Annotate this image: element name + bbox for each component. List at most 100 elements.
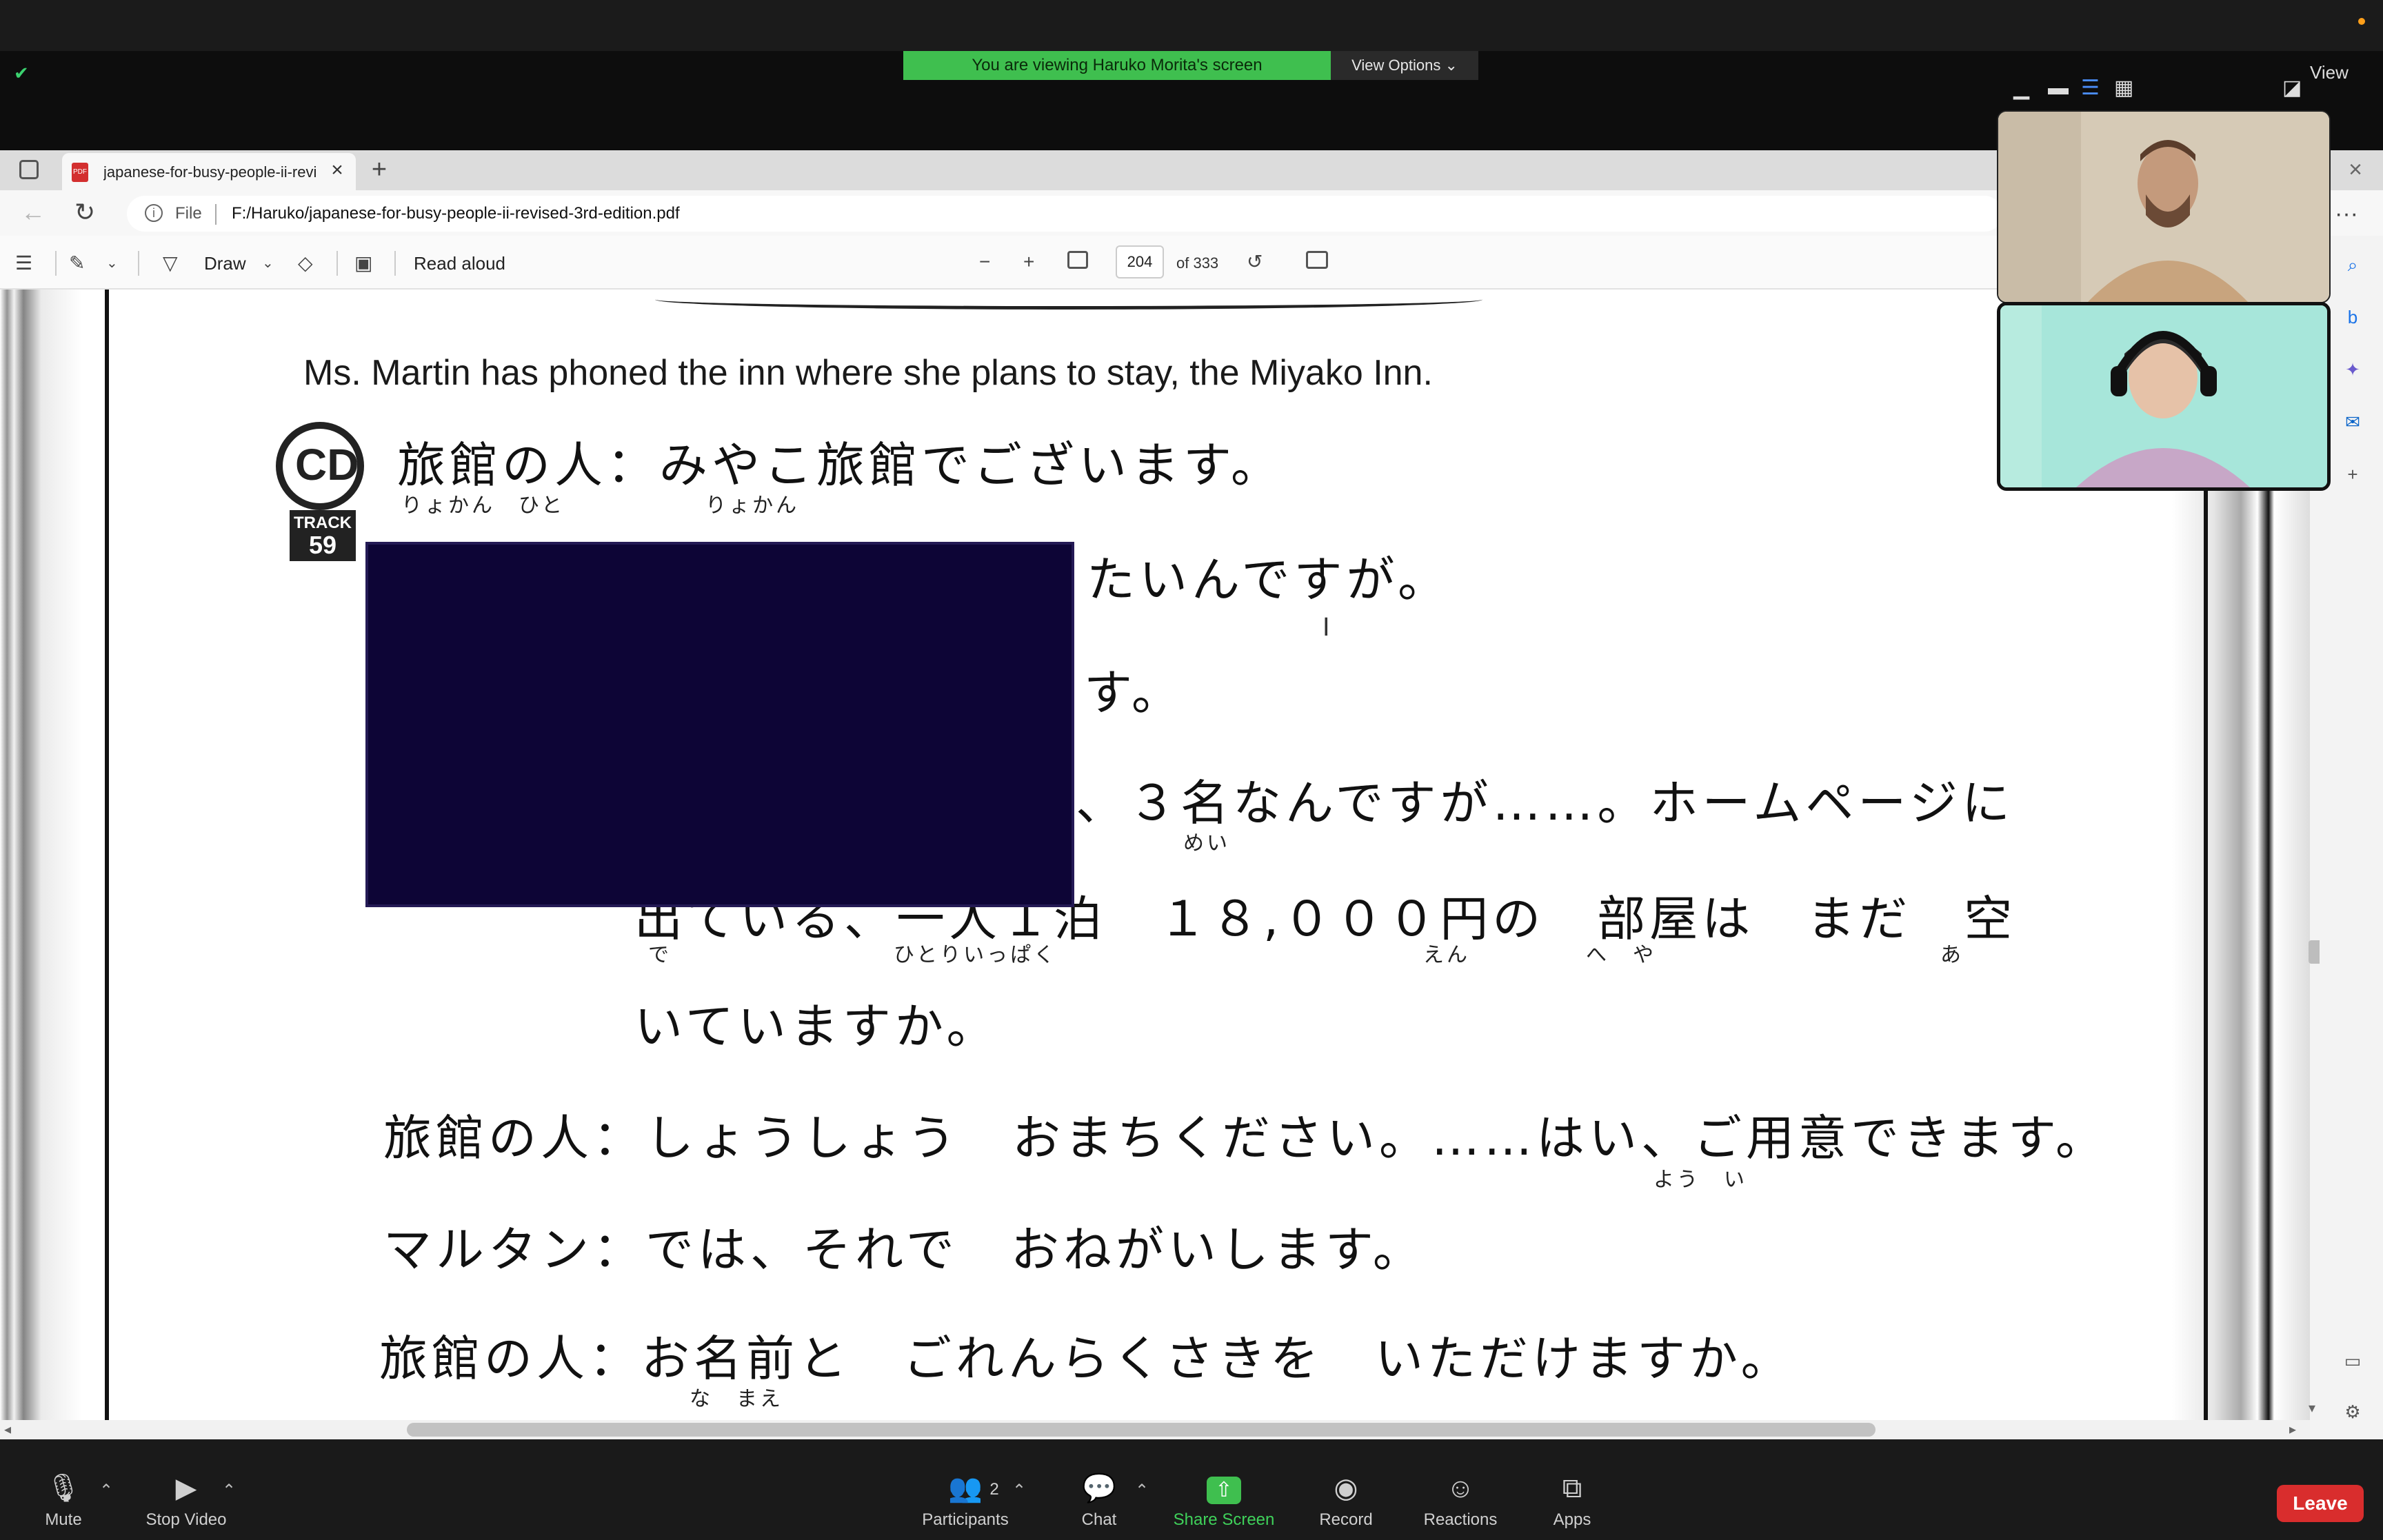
highlight-icon[interactable]: ✎	[69, 250, 85, 277]
url-text[interactable]: F:/Haruko/japanese-for-busy-people-ii-re…	[232, 201, 680, 226]
dialogue-line: 旅館の人：お名前と ごれんらくさきを いただけますか。	[379, 1330, 1793, 1387]
page-total: of 333	[1176, 254, 1219, 272]
new-tab-button[interactable]: +	[365, 156, 393, 183]
record-button[interactable]: Record	[1305, 1510, 1387, 1530]
share-screen-button[interactable]: Share Screen	[1158, 1510, 1289, 1530]
dialogue-line: 旅館の人：みやこ旅館でございます。	[397, 437, 1283, 494]
more-menu-icon[interactable]: ···	[2335, 200, 2358, 227]
page-border-left	[105, 290, 109, 1420]
redaction-box	[365, 542, 1074, 907]
search-icon[interactable]: ⌕	[2340, 252, 2365, 277]
reactions-icon[interactable]: ☺	[1441, 1471, 1480, 1506]
furigana: りょかん ひと りょかん	[401, 494, 800, 518]
stop-video-button[interactable]: Stop Video	[124, 1510, 248, 1530]
text-box-icon[interactable]: ▣	[354, 250, 372, 277]
draw-icon[interactable]: ▽	[163, 250, 178, 277]
chevron-up-icon[interactable]: ⌃	[99, 1481, 113, 1501]
view-button[interactable]: View	[2310, 62, 2349, 83]
gallery-grid-icon[interactable]: ▦	[2114, 74, 2133, 102]
toolbar-divider	[336, 251, 338, 276]
cd-label: CD	[295, 440, 359, 489]
furigana: よう い	[1653, 1168, 1747, 1192]
bing-icon[interactable]: b	[2340, 305, 2365, 330]
speaker-view-icon[interactable]: ▬	[2048, 74, 2069, 102]
participants-count: 2	[989, 1480, 999, 1499]
furigana: めい	[1183, 831, 1230, 855]
text-cursor-icon: I	[1323, 613, 1330, 642]
apps-icon[interactable]: ⧉	[1553, 1471, 1591, 1506]
microphone-icon[interactable]: 🎙	[44, 1471, 83, 1506]
illustration-fragment	[655, 290, 1482, 310]
scroll-right-icon[interactable]: ▸	[2289, 1420, 2296, 1439]
viewing-banner: You are viewing Haruko Morita's screen	[903, 51, 1331, 80]
mute-button[interactable]: Mute	[28, 1510, 99, 1530]
close-window-icon[interactable]: ×	[2342, 156, 2369, 183]
scroll-left-icon[interactable]: ◂	[4, 1420, 11, 1439]
fit-page-icon[interactable]	[1067, 251, 1088, 269]
chevron-up-icon[interactable]: ⌃	[1012, 1481, 1026, 1501]
furigana: ひとりいっぱく	[894, 943, 1058, 967]
chevron-down-icon[interactable]: ⌄	[106, 250, 118, 277]
toolbar-divider	[55, 251, 57, 276]
dialogue-line: たいんですが。	[1087, 551, 1451, 608]
zoom-out-icon[interactable]: −	[979, 248, 990, 276]
close-tab-icon[interactable]: ×	[325, 159, 349, 182]
toolbar-divider	[138, 251, 139, 276]
eraser-icon[interactable]: ◇	[298, 250, 313, 277]
reload-icon[interactable]: ↻	[74, 199, 102, 226]
view-options-button[interactable]: View Options ⌄	[1331, 51, 1478, 80]
participants-icon[interactable]: 👥	[946, 1471, 985, 1506]
zoom-in-icon[interactable]: +	[1023, 248, 1034, 276]
settings-gear-icon[interactable]: ⚙	[2340, 1399, 2365, 1424]
participant-1-video-image	[1998, 112, 2329, 302]
back-arrow-icon[interactable]: ←	[21, 199, 48, 226]
chat-button[interactable]: Chat	[1058, 1510, 1140, 1530]
shield-icon[interactable]: ✔	[14, 63, 32, 83]
pop-out-icon[interactable]: ◪	[2282, 74, 2302, 102]
add-icon[interactable]: +	[2340, 462, 2365, 487]
video-camera-icon[interactable]: ▶	[167, 1471, 205, 1506]
toolbar-divider	[394, 251, 396, 276]
read-aloud-button[interactable]: Read aloud	[414, 250, 505, 277]
chat-bubble-icon[interactable]: 💬	[1080, 1471, 1118, 1506]
dialogue-line: 、３名なんですが……。ホームページに	[1076, 775, 2014, 831]
share-screen-icon[interactable]: ⇧	[1207, 1477, 1241, 1504]
page-number-input[interactable]: 204	[1116, 245, 1164, 278]
scroll-down-icon[interactable]: ▾	[2309, 1399, 2315, 1417]
page-scan-edge-left	[0, 290, 117, 1420]
minimize-gallery-icon[interactable]: ▁	[2013, 74, 2029, 102]
url-separator	[215, 204, 217, 225]
dialogue-line: 旅館の人：しょうしょう おまちください。……はい、ご用意できます。	[383, 1110, 2108, 1166]
furigana: で	[648, 943, 672, 967]
pdf-icon: PDF	[72, 163, 88, 182]
outlook-icon[interactable]: ✉	[2340, 409, 2365, 434]
page-view-icon[interactable]	[1306, 251, 1328, 269]
url-scheme-label: File	[175, 204, 202, 223]
participants-button[interactable]: Participants	[910, 1510, 1020, 1530]
strip-view-icon[interactable]: ☰	[2081, 74, 2100, 102]
chevron-up-icon[interactable]: ⌃	[1135, 1481, 1149, 1501]
apps-button[interactable]: Apps	[1531, 1510, 1613, 1530]
dialogue-line: いていますか。	[634, 998, 999, 1055]
draw-button[interactable]: Draw	[204, 250, 246, 277]
reactions-button[interactable]: Reactions	[1412, 1510, 1509, 1530]
info-icon[interactable]: i	[145, 204, 163, 222]
copilot-icon[interactable]: ✦	[2340, 357, 2365, 382]
participant-video-2[interactable]	[1997, 302, 2331, 491]
intro-text: Ms. Martin has phoned the inn where she …	[303, 353, 1433, 393]
dialogue-line: す。	[1084, 665, 1184, 721]
record-icon[interactable]: ◉	[1327, 1471, 1365, 1506]
rotate-icon[interactable]: ↺	[1247, 248, 1263, 276]
track-number: 59	[308, 531, 337, 559]
sidebar-toggle-icon[interactable]	[19, 160, 39, 179]
contents-list-icon[interactable]: ☰	[15, 250, 32, 277]
dialogue-line: マルタン：では、それで おねがいします。	[383, 1222, 1425, 1278]
participant-video-1[interactable]	[1997, 110, 2331, 303]
leave-button[interactable]: Leave	[2277, 1485, 2364, 1522]
horizontal-scroll-thumb[interactable]	[407, 1423, 1876, 1437]
furigana: えん	[1423, 943, 1470, 967]
sidebar-collapse-icon[interactable]: ▭	[2340, 1348, 2365, 1373]
chevron-down-icon[interactable]: ⌄	[262, 250, 274, 277]
chevron-up-icon[interactable]: ⌃	[222, 1481, 236, 1501]
recording-indicator	[2358, 18, 2365, 25]
